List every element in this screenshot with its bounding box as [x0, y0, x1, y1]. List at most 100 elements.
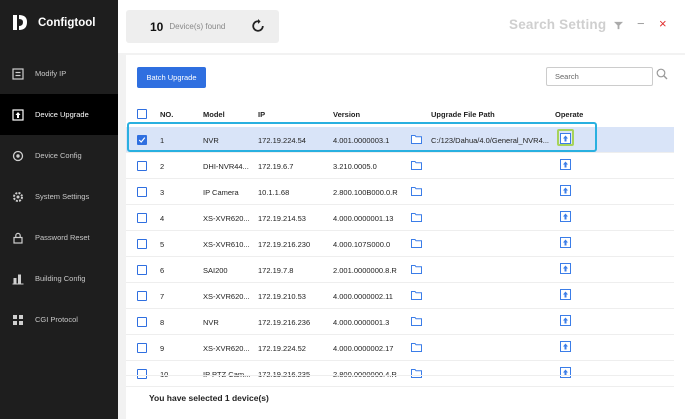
row-version: 3.210.0005.0 [333, 162, 377, 171]
col-upgrade-file-path: Upgrade File Path [431, 110, 495, 119]
app-logo: Configtool [10, 13, 95, 33]
upload-icon[interactable] [560, 289, 571, 300]
upload-icon[interactable] [560, 159, 571, 170]
row-version: 2.800.100B000.0.R [333, 188, 398, 197]
row-version: 4.000.107S000.0 [333, 240, 391, 249]
row-model: IP Camera [203, 188, 239, 197]
row-checkbox[interactable] [137, 265, 147, 275]
row-ip: 10.1.1.68 [258, 188, 290, 197]
row-no: 5 [160, 240, 165, 249]
row-no: 4 [160, 214, 165, 223]
row-checkbox[interactable] [137, 239, 147, 249]
row-model: XS-XVR620... [203, 344, 250, 353]
upload-icon[interactable] [560, 185, 571, 196]
sidebar-item-device-upgrade[interactable]: Device Upgrade [0, 94, 118, 135]
building-icon [12, 274, 24, 284]
batch-upgrade-button[interactable]: Batch Upgrade [137, 67, 206, 88]
upload-icon[interactable] [560, 237, 571, 248]
row-version: 4.000.0000001.13 [333, 214, 394, 223]
upload-icon[interactable] [560, 315, 571, 326]
sidebar-item-label: Device Upgrade [35, 110, 89, 119]
config-gear-icon [12, 150, 24, 161]
folder-icon[interactable] [411, 160, 422, 170]
table-row[interactable]: 3 IP Camera 10.1.1.68 2.800.100B000.0.R [126, 179, 674, 205]
folder-icon[interactable] [411, 290, 422, 300]
row-no: 8 [160, 318, 165, 327]
table-row[interactable]: 5 XS-XVR610... 172.19.216.230 4.000.107S000… [126, 231, 674, 257]
row-ip: 172.19.7.8 [258, 266, 294, 275]
row-ip: 172.19.216.236 [258, 318, 311, 327]
devices-found-box: 10 Device(s) found [126, 10, 279, 43]
upload-icon[interactable] [560, 211, 571, 222]
row-checkbox[interactable] [137, 291, 147, 301]
device-count: 10 [150, 19, 164, 34]
row-version: 4.000.0000002.17 [333, 344, 394, 353]
col-ip: IP [258, 110, 266, 119]
row-model: XS-XVR620... [203, 214, 250, 223]
table-row[interactable]: 4 XS-XVR620... 172.19.214.53 4.000.0000001.… [126, 205, 674, 231]
row-checkbox[interactable] [137, 161, 147, 171]
row-ip: 172.19.6.7 [258, 162, 294, 171]
row-ip: 172.19.214.53 [258, 214, 306, 223]
row-version: 4.000.0000002.11 [333, 292, 393, 301]
col-model: Model [203, 110, 225, 119]
row-checkbox[interactable] [137, 343, 147, 353]
sidebar-item-label: System Settings [35, 192, 90, 201]
search-setting-button[interactable]: Search Setting [509, 17, 606, 32]
row-checkbox[interactable] [137, 187, 147, 197]
settings-gear-icon [13, 191, 23, 202]
folder-icon[interactable] [411, 212, 422, 222]
lock-icon [13, 232, 23, 244]
sidebar-item-cgi-protocol[interactable]: CGI Protocol [0, 299, 118, 340]
table-row[interactable]: 2 DHI-NVR44... 172.19.6.7 3.210.0005.0 [126, 153, 674, 179]
sidebar-item-modify-ip[interactable]: Modify IP [0, 53, 118, 94]
folder-icon[interactable] [411, 342, 422, 352]
col-no: NO. [160, 110, 174, 119]
sidebar-item-label: Building Config [35, 274, 86, 283]
row-no: 2 [160, 162, 165, 171]
upload-icon[interactable] [560, 341, 571, 352]
row-no: 9 [160, 344, 165, 353]
table-row[interactable]: 9 XS-XVR620... 172.19.224.52 4.000.0000002.… [126, 335, 674, 361]
folder-icon[interactable] [411, 238, 422, 248]
row-version: 2.001.0000000.8.R [333, 266, 397, 275]
table-row[interactable]: 7 XS-XVR620... 172.19.210.53 4.000.0000002.… [126, 283, 674, 309]
search-input[interactable] [546, 67, 653, 86]
refresh-icon[interactable] [251, 19, 265, 33]
upload-square-icon [12, 108, 24, 121]
upload-icon[interactable] [560, 263, 571, 274]
folder-icon[interactable] [411, 264, 422, 274]
sidebar-item-password-reset[interactable]: Password Reset [0, 217, 118, 258]
row-version: 4.000.0000001.3 [333, 318, 390, 327]
select-all-checkbox[interactable] [137, 109, 147, 119]
sidebar-item-system-settings[interactable]: System Settings [0, 176, 118, 217]
row-ip: 172.19.216.230 [258, 240, 311, 249]
row-model: SAI200 [203, 266, 228, 275]
row-ip: 172.19.224.52 [258, 344, 306, 353]
search-icon[interactable] [656, 68, 668, 80]
sidebar-item-label: Password Reset [35, 233, 90, 242]
sidebar-item-building-config[interactable]: Building Config [0, 258, 118, 299]
row-no: 6 [160, 266, 165, 275]
search-setting-label: Search Setting [509, 17, 607, 32]
selected-count-text: You have selected 1 device(s) [149, 393, 269, 403]
sidebar-item-label: CGI Protocol [35, 315, 78, 324]
filter-icon[interactable] [614, 21, 623, 30]
protocol-icon [13, 314, 23, 325]
sidebar-item-device-config[interactable]: Device Config [0, 135, 118, 176]
header: 10 Device(s) found Search Setting − × [118, 0, 685, 53]
row-ip: 172.19.210.53 [258, 292, 306, 301]
col-version: Version [333, 110, 361, 119]
table-row[interactable]: 6 SAI200 172.19.7.8 2.001.0000000.8.R [126, 257, 674, 283]
row-checkbox[interactable] [137, 213, 147, 223]
table-row[interactable]: 8 NVR 172.19.216.236 4.000.0000001.3 [126, 309, 674, 335]
sidebar-nav: Modify IP Device Upgrade Device Config Syst… [0, 53, 118, 340]
close-button[interactable]: × [659, 16, 667, 31]
folder-icon[interactable] [411, 186, 422, 196]
row-checkbox[interactable] [137, 317, 147, 327]
configtool-logo-icon [13, 15, 27, 30]
col-operate: Operate [555, 110, 584, 119]
folder-icon[interactable] [411, 316, 422, 326]
minimize-button[interactable]: − [637, 16, 645, 31]
row-model: XS-XVR620... [203, 292, 250, 301]
